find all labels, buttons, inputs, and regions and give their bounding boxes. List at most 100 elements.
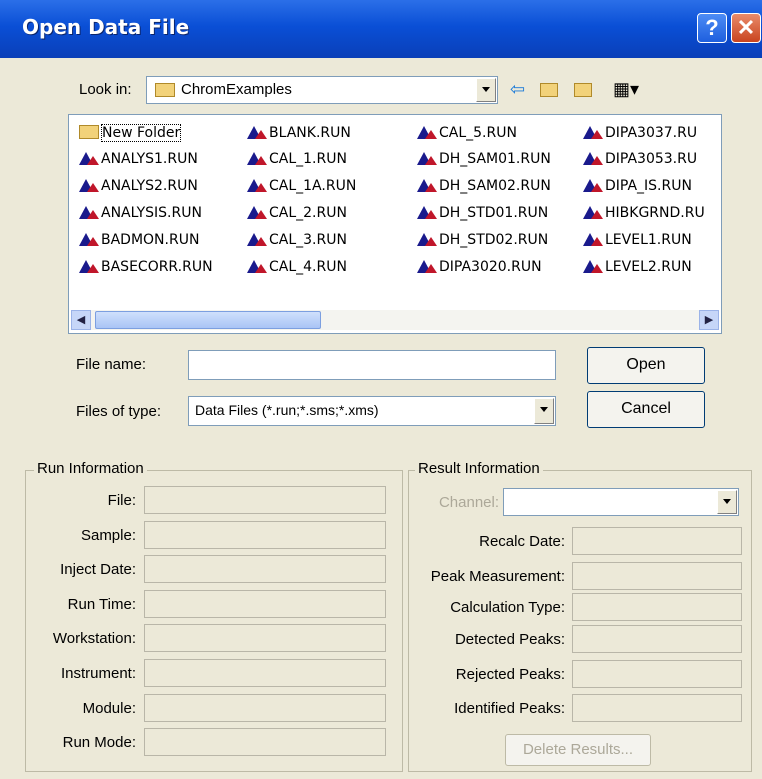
list-item[interactable]: CAL_1A.RUN <box>247 178 356 194</box>
view-menu-icon[interactable]: ▦▾ <box>613 79 639 100</box>
run-mode-label: Run Mode: <box>62 734 136 751</box>
inject-date-field <box>144 555 386 583</box>
run-file-icon <box>583 151 605 165</box>
scroll-right-icon[interactable]: ▶ <box>699 310 719 330</box>
files-of-type-select[interactable]: Data Files (*.run;*.sms;*.xms) <box>188 396 556 426</box>
run-file-icon <box>583 259 605 273</box>
run-file-icon <box>583 125 605 139</box>
sample-field <box>144 521 386 549</box>
help-button[interactable]: ? <box>697 13 727 43</box>
run-file-icon <box>247 259 269 273</box>
identified-peaks-field <box>572 694 742 722</box>
list-item[interactable]: DIPA3020.RUN <box>417 259 542 275</box>
run-file-icon <box>417 259 439 273</box>
list-item[interactable]: DH_SAM02.RUN <box>417 178 551 194</box>
open-button[interactable]: Open <box>587 347 705 384</box>
up-folder-icon[interactable] <box>540 79 560 100</box>
list-item[interactable]: CAL_5.RUN <box>417 125 517 141</box>
run-file-icon <box>79 232 101 246</box>
list-item[interactable]: DIPA3053.RU <box>583 151 697 167</box>
run-file-icon <box>583 205 605 219</box>
run-file-icon <box>583 232 605 246</box>
folder-icon <box>79 125 99 139</box>
run-information-title: Run Information <box>34 460 147 477</box>
peak-measurement-label: Peak Measurement: <box>430 568 565 585</box>
list-item[interactable]: HIBKGRND.RU <box>583 205 705 221</box>
list-item[interactable]: DH_SAM01.RUN <box>417 151 551 167</box>
list-item[interactable]: New Folder <box>79 124 182 142</box>
list-item[interactable]: DH_STD02.RUN <box>417 232 548 248</box>
recalc-date-field <box>572 527 742 555</box>
result-information-title: Result Information <box>415 460 543 477</box>
files-of-type-dropdown-button[interactable] <box>534 398 554 424</box>
list-item[interactable]: DH_STD01.RUN <box>417 205 548 221</box>
rejected-peaks-label: Rejected Peaks: <box>455 666 565 683</box>
run-file-icon <box>79 178 101 192</box>
run-file-icon <box>247 178 269 192</box>
list-item[interactable]: LEVEL1.RUN <box>583 232 692 248</box>
list-item[interactable]: ANALYS1.RUN <box>79 151 198 167</box>
new-folder-icon[interactable] <box>574 79 594 100</box>
file-name-input[interactable] <box>188 350 556 380</box>
file-label: File: <box>107 492 136 509</box>
list-item[interactable]: CAL_4.RUN <box>247 259 347 275</box>
run-file-icon <box>417 125 439 139</box>
run-file-icon <box>417 205 439 219</box>
run-file-icon <box>247 151 269 165</box>
run-file-icon <box>417 151 439 165</box>
cancel-button[interactable]: Cancel <box>587 391 705 428</box>
workstation-label: Workstation: <box>52 630 136 647</box>
run-file-icon <box>79 259 101 273</box>
run-file-icon <box>247 205 269 219</box>
run-file-icon <box>247 125 269 139</box>
channel-select[interactable] <box>503 488 739 516</box>
look-in-dropdown-button[interactable] <box>476 78 496 102</box>
back-icon[interactable]: ⇦ <box>510 79 525 100</box>
close-button[interactable]: ✕ <box>731 13 761 43</box>
list-item[interactable]: DIPA3037.RU <box>583 125 697 141</box>
window-title: Open Data File <box>22 15 190 39</box>
list-item[interactable]: ANALYSIS.RUN <box>79 205 202 221</box>
look-in-value: ChromExamples <box>181 81 292 98</box>
title-bar: Open Data File ? ✕ <box>0 0 762 58</box>
files-of-type-value: Data Files (*.run;*.sms;*.xms) <box>195 402 379 418</box>
list-item[interactable]: CAL_2.RUN <box>247 205 347 221</box>
instrument-field <box>144 659 386 687</box>
channel-dropdown-button[interactable] <box>717 490 737 514</box>
run-mode-field <box>144 728 386 756</box>
run-file-icon <box>417 232 439 246</box>
list-item[interactable]: ANALYS2.RUN <box>79 178 198 194</box>
list-item[interactable]: CAL_1.RUN <box>247 151 347 167</box>
list-item[interactable]: BLANK.RUN <box>247 125 351 141</box>
run-file-icon <box>417 178 439 192</box>
delete-results-button[interactable]: Delete Results... <box>505 734 651 766</box>
instrument-label: Instrument: <box>60 665 136 682</box>
files-of-type-label: Files of type: <box>76 403 162 420</box>
calculation-type-label: Calculation Type: <box>450 599 565 616</box>
folder-icon <box>155 83 175 97</box>
calculation-type-field <box>572 593 742 621</box>
file-list[interactable]: New Folder ANALYS1.RUN ANALYS2.RUN ANALY… <box>68 114 722 334</box>
sample-label: Sample: <box>80 527 136 544</box>
scroll-left-icon[interactable]: ◀ <box>71 310 91 330</box>
list-item[interactable]: BADMON.RUN <box>79 232 199 248</box>
rejected-peaks-field <box>572 660 742 688</box>
horizontal-scrollbar[interactable]: ◀ ▶ <box>71 310 719 330</box>
file-field <box>144 486 386 514</box>
run-time-label: Run Time: <box>67 596 136 613</box>
recalc-date-label: Recalc Date: <box>479 533 565 550</box>
run-file-icon <box>79 205 101 219</box>
scroll-thumb[interactable] <box>95 311 321 329</box>
look-in-label: Look in: <box>79 81 132 98</box>
run-information-group <box>25 470 403 772</box>
look-in-combo[interactable]: ChromExamples <box>146 76 498 104</box>
list-item[interactable]: DIPA_IS.RUN <box>583 178 692 194</box>
list-item[interactable]: LEVEL2.RUN <box>583 259 692 275</box>
run-file-icon <box>583 178 605 192</box>
list-item[interactable]: BASECORR.RUN <box>79 259 213 275</box>
detected-peaks-label: Detected Peaks: <box>454 631 565 648</box>
module-field <box>144 694 386 722</box>
detected-peaks-field <box>572 625 742 653</box>
run-file-icon <box>79 151 101 165</box>
list-item[interactable]: CAL_3.RUN <box>247 232 347 248</box>
